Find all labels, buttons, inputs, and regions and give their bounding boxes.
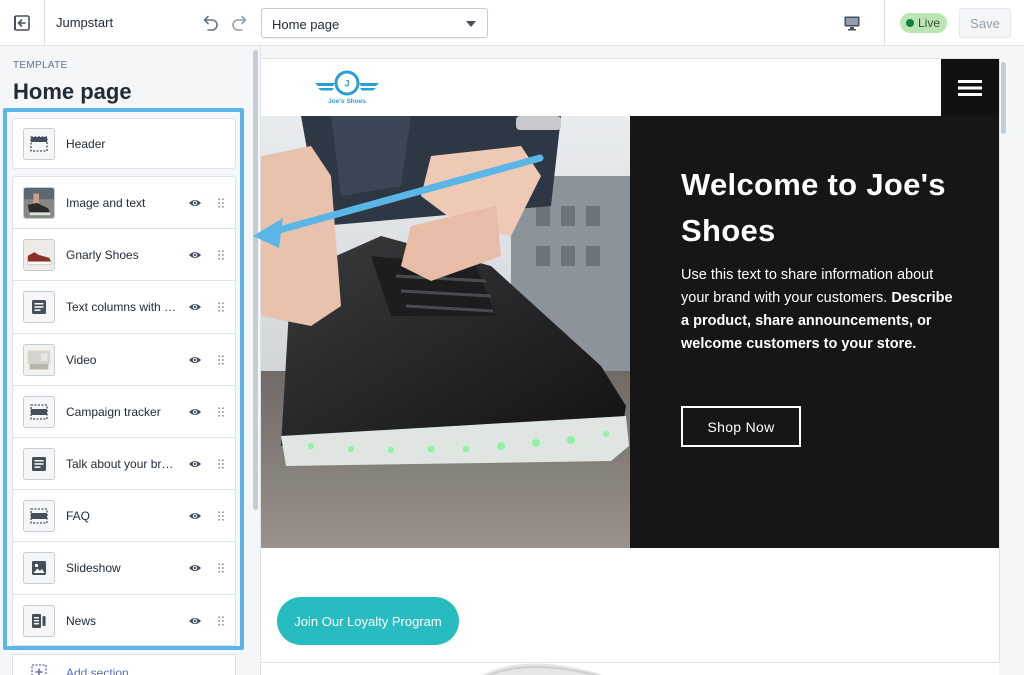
redo-icon (232, 15, 247, 31)
hamburger-menu-button[interactable] (941, 59, 999, 116)
loyalty-program-button[interactable]: Join Our Loyalty Program (277, 597, 459, 645)
add-section-button[interactable]: Add section (12, 654, 236, 675)
sidebar-scroll-thumb[interactable] (253, 50, 258, 510)
desktop-icon (844, 16, 860, 31)
theme-name: Jumpstart (56, 15, 114, 30)
product-image-partial (481, 663, 604, 675)
exit-icon (14, 15, 30, 31)
live-status-label: Live (918, 16, 941, 30)
logo-letter: J (344, 79, 349, 89)
sections-sidebar: TEMPLATE Home page Header Image and text… (0, 46, 261, 675)
preview-scroll-thumb[interactable] (1001, 62, 1006, 134)
add-section-icon (31, 664, 47, 675)
caret-down-icon (466, 21, 476, 27)
undo-icon (203, 15, 218, 31)
exit-editor-button[interactable] (0, 0, 45, 46)
desktop-view-button[interactable] (840, 12, 864, 34)
page-selector-value: Home page (272, 17, 340, 32)
hero-photo (261, 116, 630, 548)
top-bar-divider (884, 0, 885, 46)
hamburger-icon (958, 79, 982, 96)
site-header: J Joe's Shoes (261, 59, 999, 116)
store-logo[interactable]: J Joe's Shoes (313, 69, 381, 109)
template-label: TEMPLATE (13, 60, 68, 71)
live-dot-icon (906, 19, 914, 27)
live-status-badge: Live (900, 13, 948, 33)
page-selector[interactable]: Home page (261, 8, 488, 38)
redo-button[interactable] (228, 11, 252, 35)
store-preview: J Joe's Shoes Welcome to Joe's Shoes Use… (261, 59, 999, 675)
add-section-label: Add section (66, 666, 129, 675)
shop-now-button[interactable]: Shop Now (681, 406, 801, 447)
template-title: Home page (13, 79, 132, 104)
sections-highlight-frame (3, 108, 244, 650)
top-bar: Jumpstart Home page Live Save (0, 0, 1024, 46)
undo-button[interactable] (198, 11, 222, 35)
hero-body: Use this text to share information about… (681, 264, 961, 356)
hero-image-with-text: Welcome to Joe's Shoes Use this text to … (261, 116, 999, 548)
logo-text: Joe's Shoes (328, 98, 366, 105)
hero-heading: Welcome to Joe's Shoes (681, 167, 946, 248)
hero-text-panel: Welcome to Joe's Shoes Use this text to … (630, 116, 999, 548)
save-button[interactable]: Save (959, 8, 1011, 38)
